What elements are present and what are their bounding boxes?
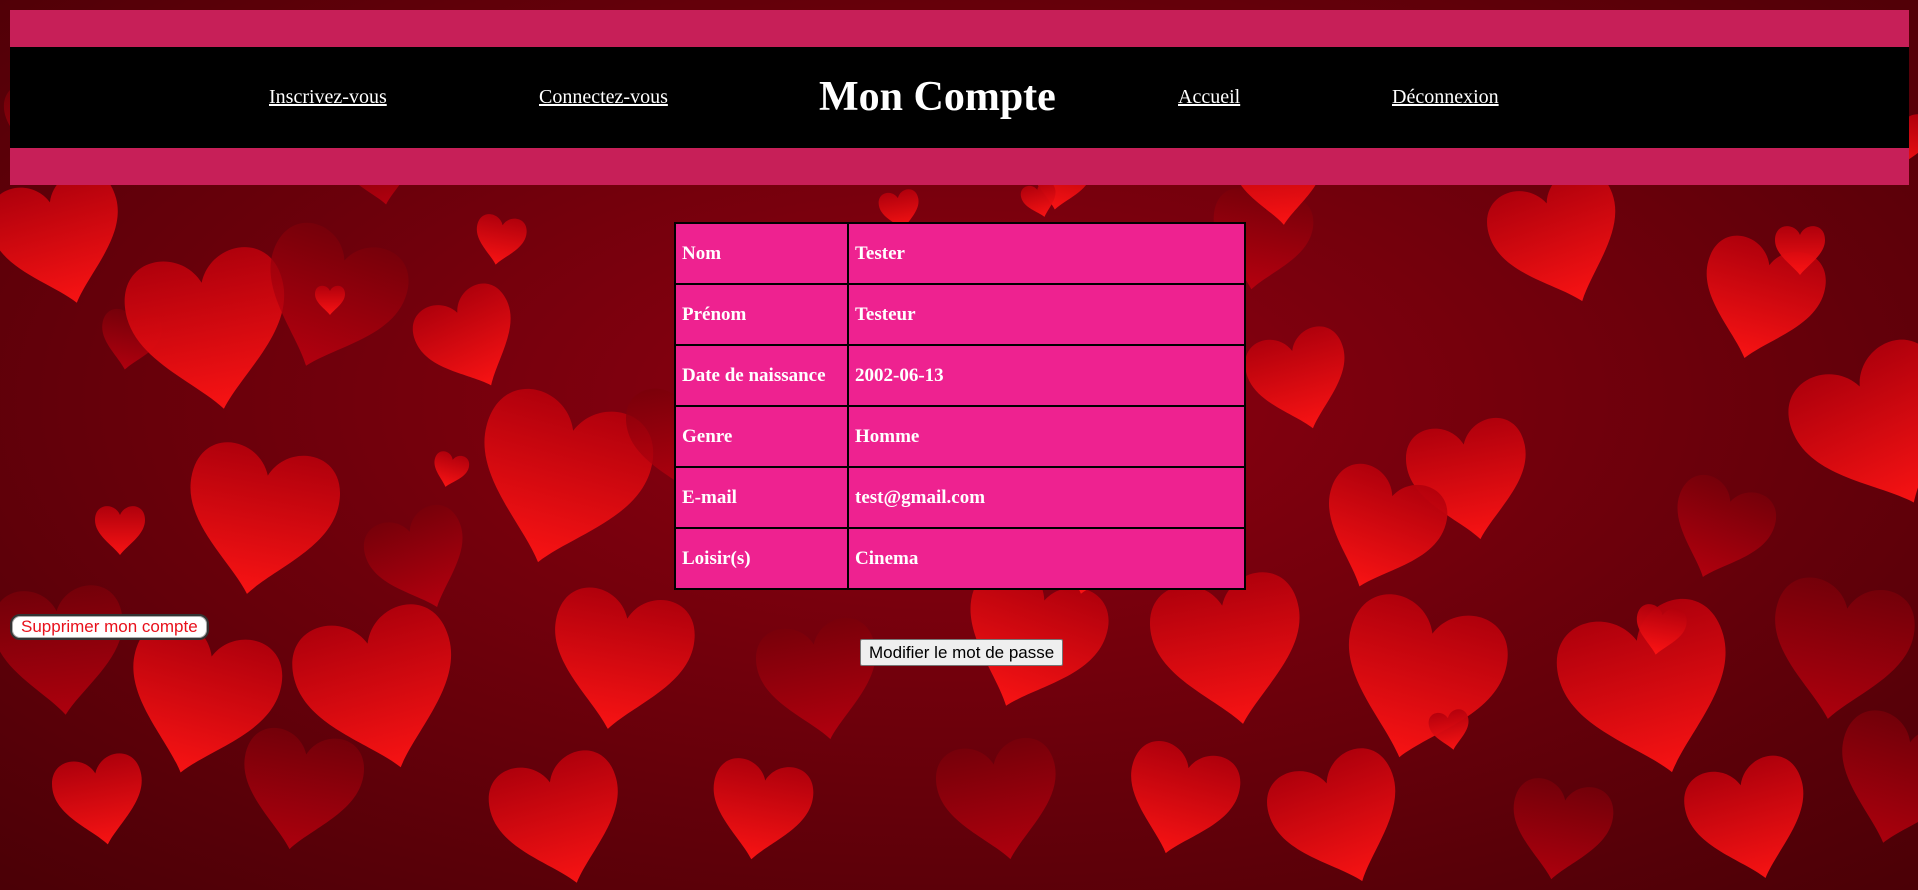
row-label-prenom: Prénom [674, 283, 849, 346]
row-label-birthdate: Date de naissance [674, 344, 849, 407]
row-label-gender: Genre [674, 405, 849, 468]
nav-link-home[interactable]: Accueil [1178, 47, 1240, 148]
row-value-nom: Tester [847, 222, 1246, 285]
row-value-prenom: Testeur [847, 283, 1246, 346]
table-row: E-mail test@gmail.com [674, 466, 1246, 529]
navbar: Inscrivez-vous Connectez-vous Mon Compte… [10, 47, 1909, 148]
table-row: Date de naissance 2002-06-13 [674, 344, 1246, 407]
page-title: Mon Compte [819, 74, 1056, 120]
table-row: Nom Tester [674, 222, 1246, 285]
row-value-birthdate: 2002-06-13 [847, 344, 1246, 407]
row-value-gender: Homme [847, 405, 1246, 468]
row-label-nom: Nom [674, 222, 849, 285]
nav-link-logout[interactable]: Déconnexion [1392, 47, 1499, 148]
delete-account-button[interactable]: Supprimer mon compte [10, 614, 209, 640]
profile-table: Nom Tester Prénom Testeur Date de naissa… [674, 222, 1246, 590]
table-row: Prénom Testeur [674, 283, 1246, 346]
header: Inscrivez-vous Connectez-vous Mon Compte… [10, 10, 1909, 185]
nav-link-login[interactable]: Connectez-vous [539, 47, 668, 148]
table-row: Genre Homme [674, 405, 1246, 468]
table-row: Loisir(s) Cinema [674, 527, 1246, 590]
row-label-email: E-mail [674, 466, 849, 529]
row-value-email: test@gmail.com [847, 466, 1246, 529]
nav-link-register[interactable]: Inscrivez-vous [269, 47, 387, 148]
row-value-hobbies: Cinema [847, 527, 1246, 590]
change-password-button[interactable]: Modifier le mot de passe [860, 639, 1064, 666]
row-label-hobbies: Loisir(s) [674, 527, 849, 590]
